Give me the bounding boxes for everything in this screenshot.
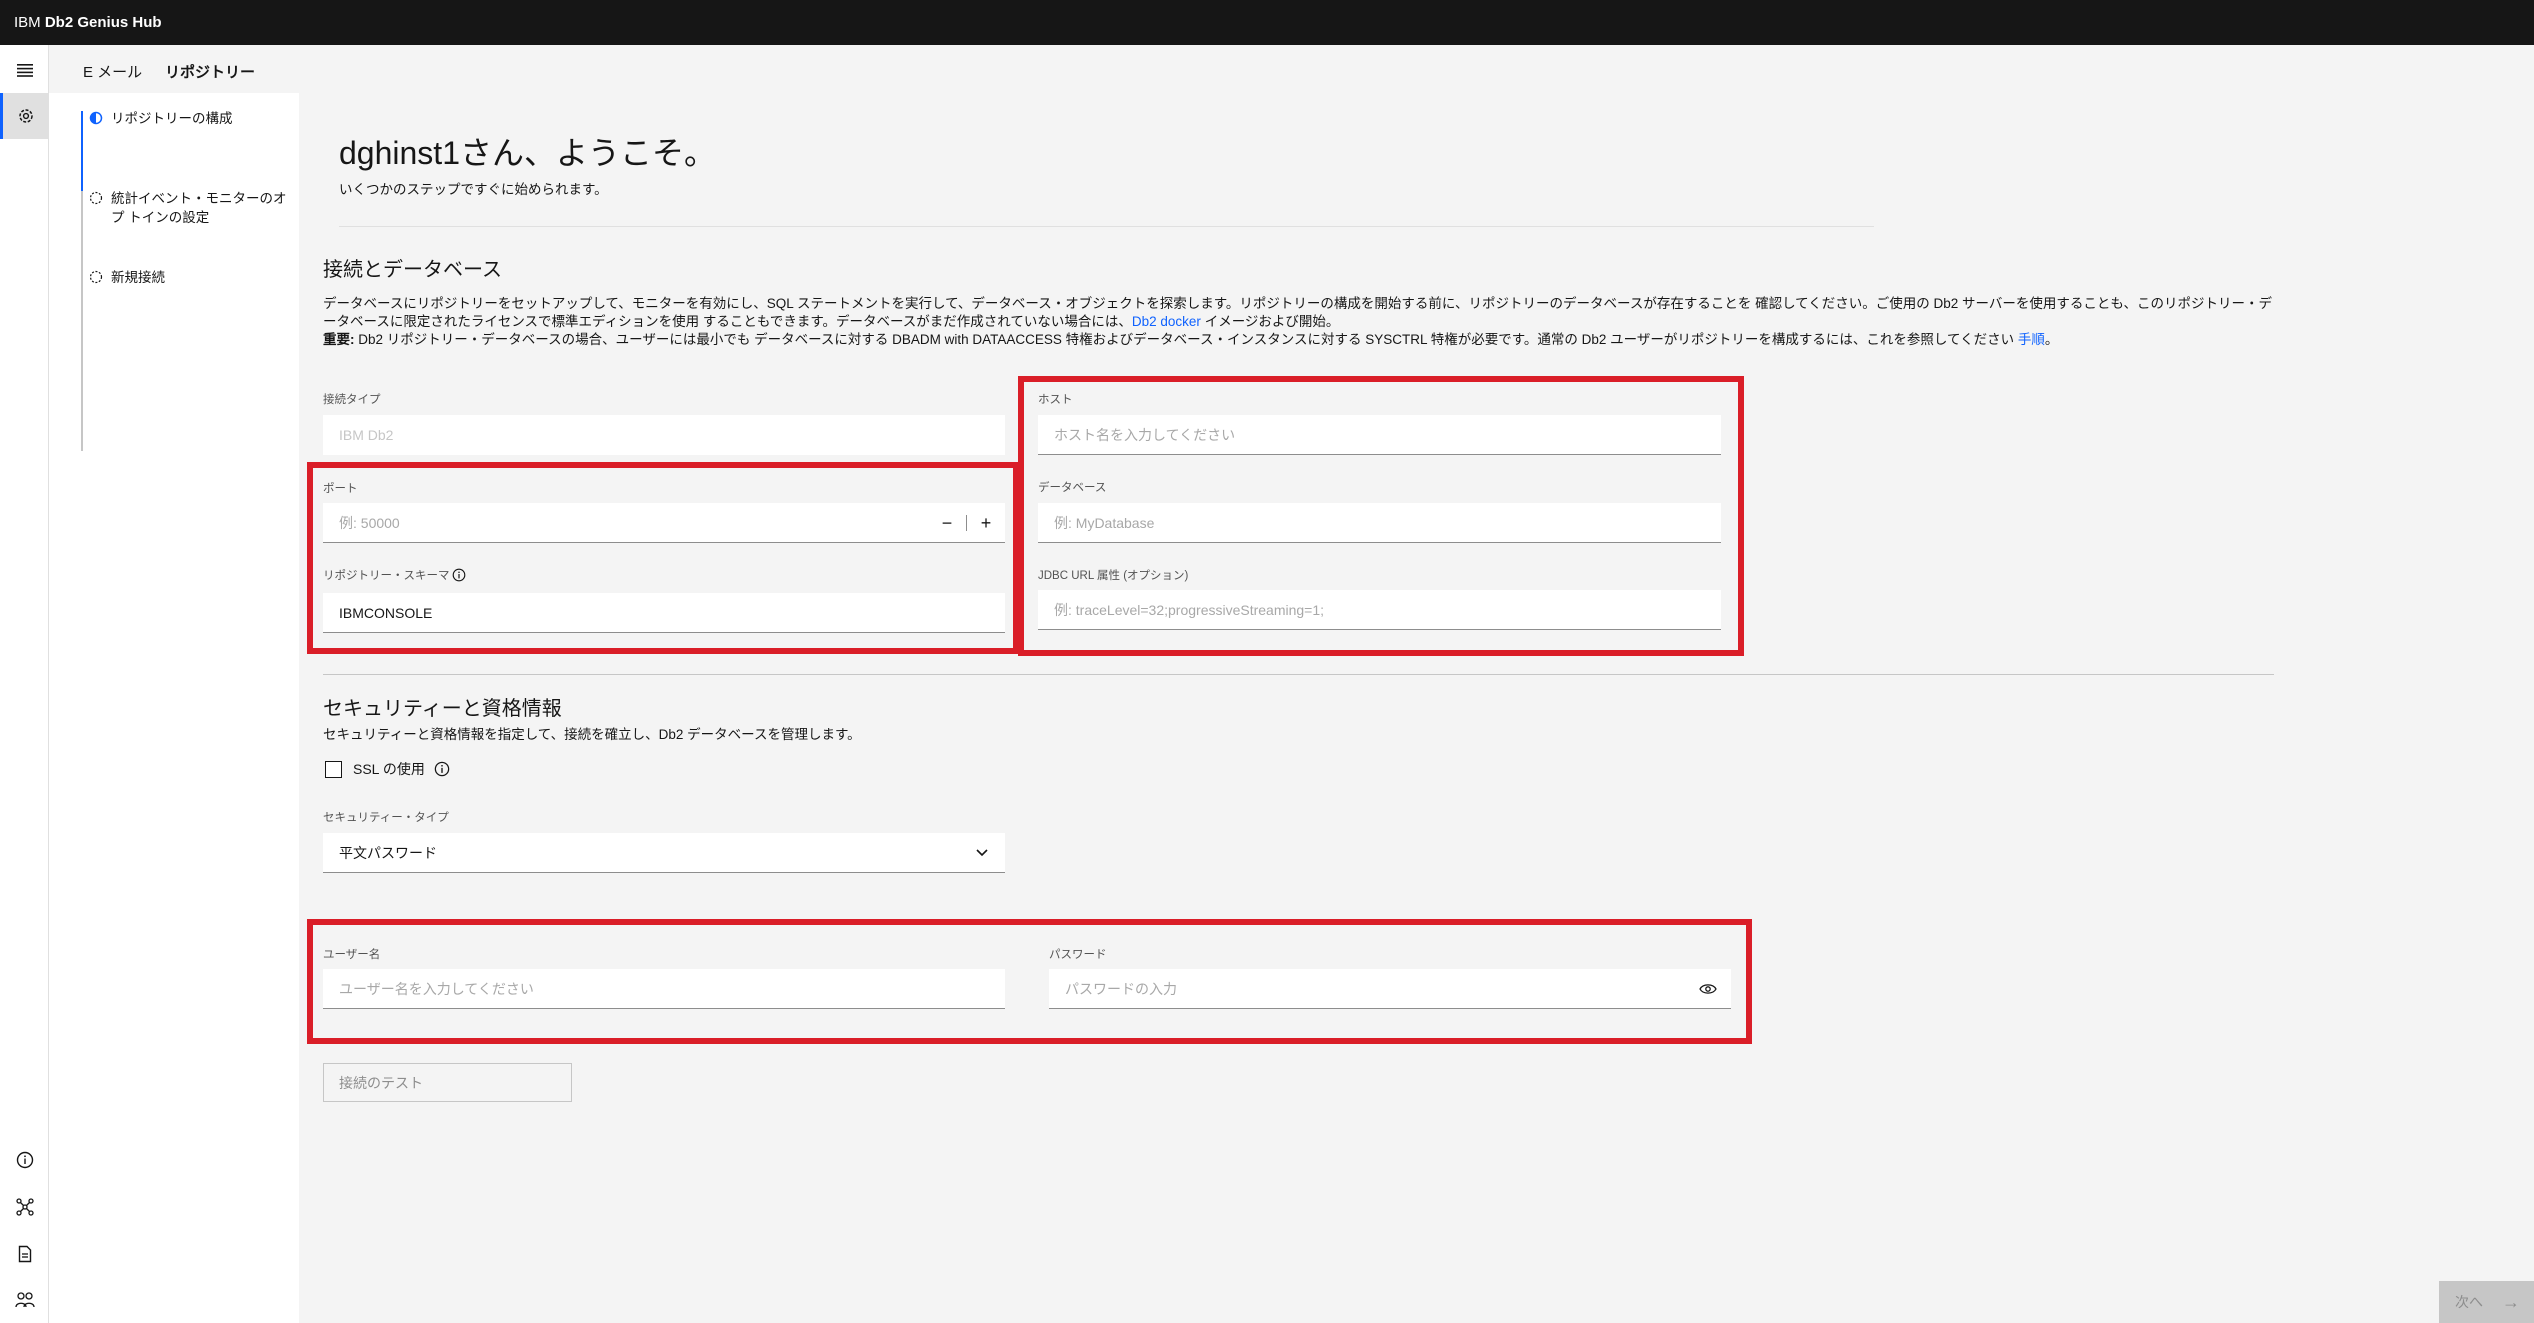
page-title: dghinst1さん、ようこそ。 [339,135,716,171]
progress-track [81,111,83,451]
security-description: セキュリティーと資格情報を指定して、接続を確立し、Db2 データベースを管理しま… [323,727,861,742]
tab-email[interactable]: E メール [83,61,142,82]
important-label: 重要: [323,332,355,347]
test-connection-button[interactable]: 接続のテスト [323,1063,572,1102]
description-text: Db2 リポジトリー・データベースの場合、ユーザーには最小でも データベースに対… [354,332,2018,347]
document-icon [18,1245,31,1263]
page-subtitle: いくつかのステップですぐに始められます。 [339,182,608,197]
ssl-checkbox[interactable] [325,760,342,778]
info-icon[interactable] [434,761,450,777]
highlight-box-credentials [307,919,1752,1044]
ssl-label: SSL の使用 [353,761,425,777]
brand-name: Db2 Genius Hub [44,14,162,31]
next-button[interactable]: 次へ → [2439,1281,2534,1323]
app-brand[interactable]: IBM Db2 Genius Hub [14,14,162,31]
step-incomplete-icon [89,270,103,284]
step-label: リポジトリーの構成 [111,111,233,126]
description-text: イメージおよび開始。 [1200,314,1340,329]
left-rail [0,45,49,1323]
procedure-link[interactable]: 手順 [2018,332,2045,347]
users-button[interactable] [0,1277,49,1323]
security-type-label: セキュリティー・タイプ [323,812,449,824]
app-header: IBM Db2 Genius Hub [0,0,2534,45]
settings-icon [19,109,33,123]
divider [323,674,2274,675]
step-label: 統計イベント・モニターのオプ トインの設定 [111,191,287,225]
document-button[interactable] [0,1231,49,1277]
security-type-dropdown[interactable]: 平文パスワード [323,833,1005,873]
step-current-icon [89,111,103,125]
network-button[interactable] [0,1184,49,1230]
network-icon [15,1198,34,1216]
brand-prefix: IBM [14,14,41,31]
progress-indicator: リポジトリーの構成 統計イベント・モニターのオプ トインの設定 新規接続 [49,93,299,1323]
next-label: 次へ [2455,1294,2483,1310]
main-content: dghinst1さん、ようこそ。 いくつかのステップですぐに始められます。 接続… [299,93,2534,1323]
settings-button[interactable] [0,93,49,139]
connection-type-field: IBM Db2 [323,415,1005,455]
ssl-checkbox-row: SSL の使用 [325,759,450,779]
tab-bar: E メール リポジトリー [49,45,2534,93]
connection-type-label: 接続タイプ [323,394,381,406]
connection-heading: 接続とデータベース [323,259,502,281]
info-button[interactable] [0,1137,49,1183]
security-type-value: 平文パスワード [339,844,437,861]
info-icon [16,1151,33,1169]
chevron-down-icon [976,849,988,857]
security-heading: セキュリティーと資格情報 [323,698,562,720]
arrow-right-icon: → [2502,1292,2520,1312]
connection-description: データベースにリポジトリーをセットアップして、モニターを有効にし、SQL ステー… [323,295,2273,349]
users-icon [14,1292,35,1308]
tab-repository[interactable]: リポジトリー [165,61,255,82]
menu-icon [16,64,33,77]
progress-track-active [81,111,83,191]
description-text: 。 [2044,332,2059,347]
step-label: 新規接続 [111,270,165,285]
divider [339,226,1874,227]
db2-docker-link[interactable]: Db2 docker [1132,314,1201,329]
connection-type-value: IBM Db2 [339,426,394,443]
menu-button[interactable] [0,47,49,93]
highlight-box-port [307,462,1019,654]
step-incomplete-icon [89,191,103,205]
highlight-box-host-database [1018,376,1744,656]
